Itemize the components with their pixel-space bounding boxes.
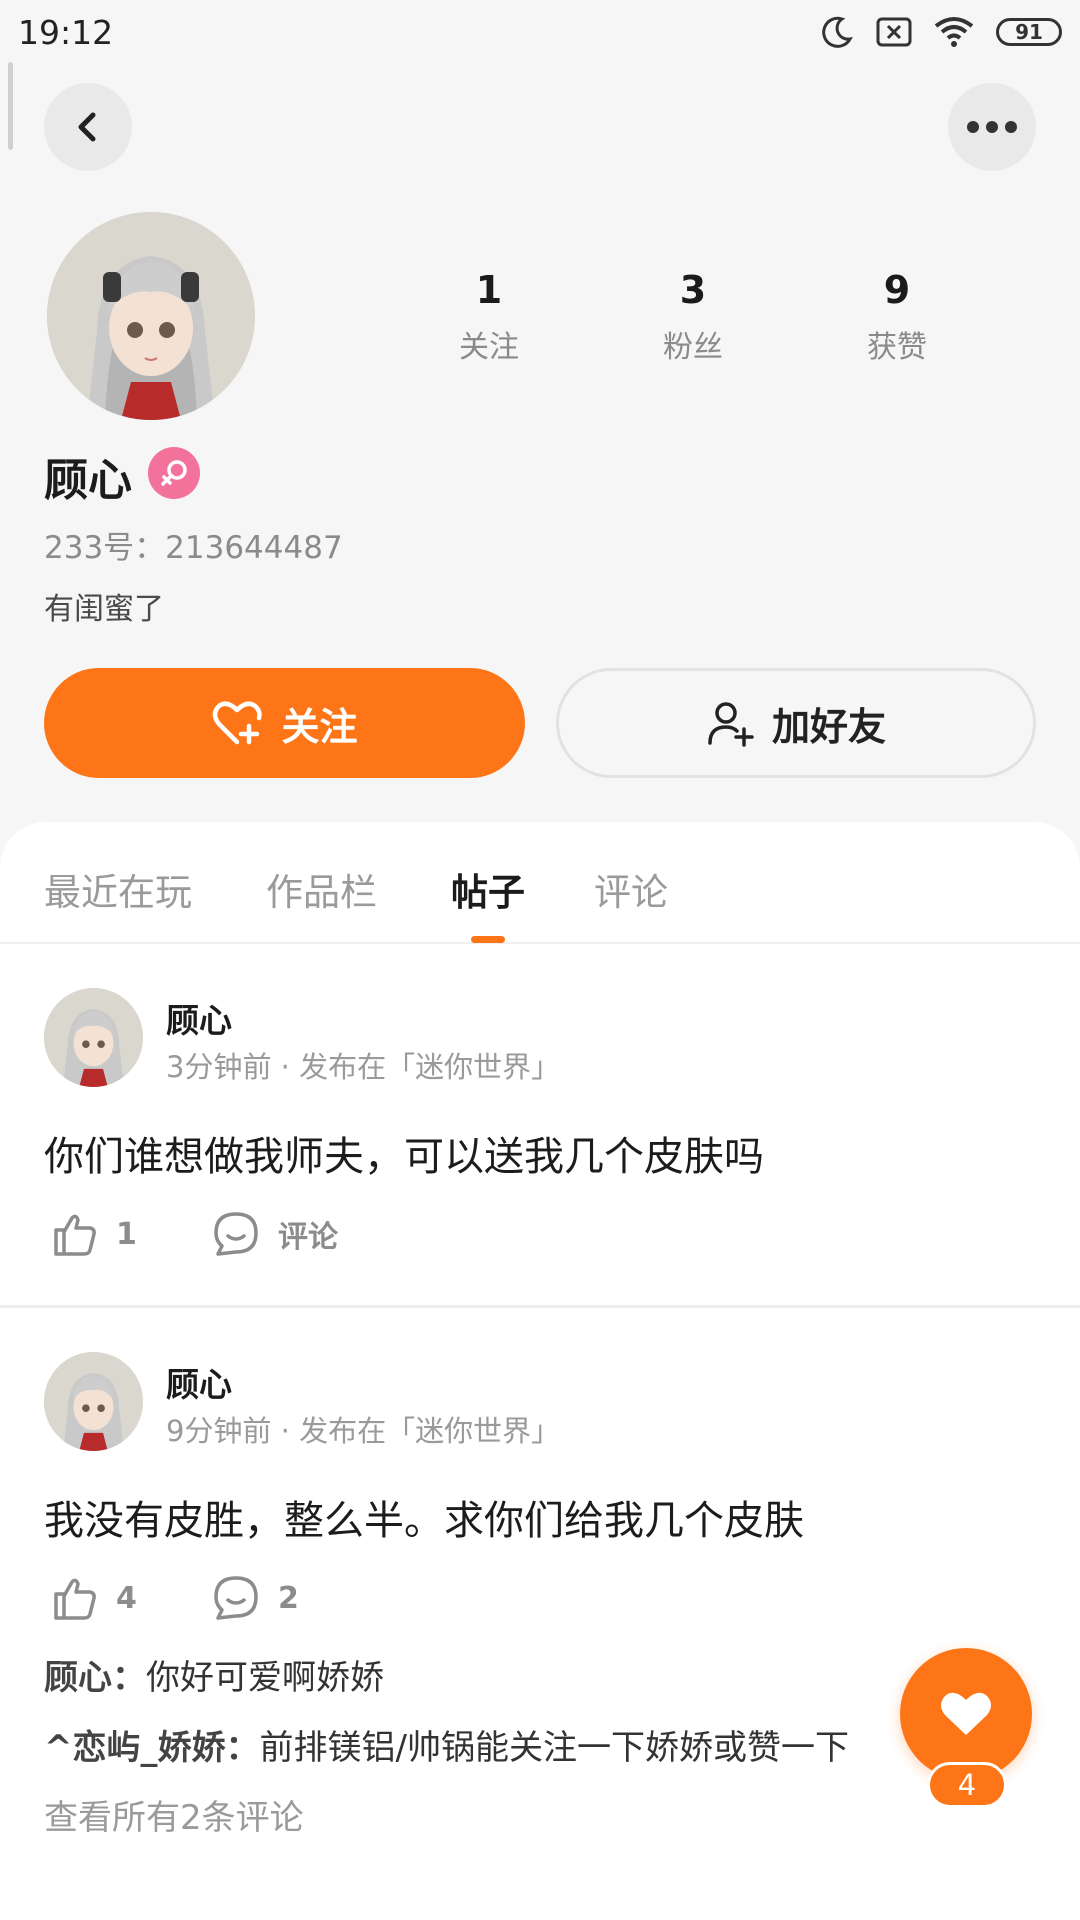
wifi-icon — [934, 17, 974, 47]
add-friend-label: 加好友 — [771, 704, 886, 749]
stat-value: 1 — [475, 268, 503, 312]
anime-girl-avatar-image — [44, 1352, 143, 1451]
status-time: 19:12 — [18, 12, 114, 52]
tab-works[interactable]: 作品栏 — [266, 862, 377, 916]
follow-label: 关注 — [281, 704, 358, 749]
heart-icon — [941, 1692, 991, 1735]
post-text: 我没有皮胜，整么半。求你们给我几个皮肤 — [44, 1498, 804, 1544]
post-divider — [0, 1305, 1080, 1308]
comment-button[interactable]: 2 — [212, 1574, 299, 1622]
stat-label: 关注 — [459, 330, 519, 365]
floating-like-button[interactable] — [900, 1648, 1032, 1780]
more-dots-icon — [967, 121, 1017, 133]
thumbs-up-icon — [54, 1578, 96, 1620]
comment-count: 2 — [278, 1580, 299, 1616]
status-icons: 91 — [820, 15, 1062, 49]
stat-followers[interactable]: 3 粉丝 — [618, 268, 768, 366]
stat-value: 9 — [883, 268, 911, 312]
female-gender-icon — [148, 447, 200, 499]
like-count-badge: 4 — [927, 1762, 1007, 1808]
profile-uid: 233号：213644487 — [44, 530, 343, 566]
profile-bio: 有闺蜜了 — [44, 592, 164, 627]
heart-plus-icon — [213, 701, 263, 745]
comment-bubble-icon — [214, 1212, 258, 1256]
battery-icon: 91 — [996, 18, 1062, 46]
add-friend-button[interactable]: 加好友 — [556, 668, 1036, 778]
tab-posts[interactable]: 帖子 — [451, 862, 525, 916]
like-button[interactable]: 1 — [50, 1210, 137, 1258]
like-button[interactable]: 4 — [50, 1574, 137, 1622]
comment-label: 评论 — [278, 1220, 338, 1255]
post-text: 你们谁想做我师夫，可以送我几个皮肤吗 — [44, 1134, 764, 1180]
anime-girl-avatar-image — [47, 212, 255, 420]
tab-recent-played[interactable]: 最近在玩 — [44, 862, 192, 916]
profile-name: 顾心 — [44, 455, 132, 506]
post-meta: 3分钟前 · 发布在「迷你世界」 — [166, 1050, 561, 1084]
moon-icon — [822, 16, 853, 48]
comment-preview[interactable]: 顾心：你好可爱啊娇娇 — [44, 1650, 384, 1699]
anime-girl-avatar-image — [44, 988, 143, 1087]
back-button[interactable] — [44, 83, 132, 171]
stat-label: 获赞 — [867, 330, 927, 365]
tab-comments[interactable]: 评论 — [594, 862, 668, 916]
profile-avatar[interactable] — [47, 212, 255, 420]
no-sim-icon — [876, 17, 912, 47]
stat-following[interactable]: 1 关注 — [414, 268, 564, 366]
comment-username: ^恋屿_娇娇： — [44, 1728, 260, 1768]
stat-label: 粉丝 — [663, 330, 723, 365]
comment-bubble-icon — [214, 1576, 258, 1620]
scroll-edge-indicator — [8, 62, 13, 150]
post-author-name[interactable]: 顾心 — [166, 994, 232, 1042]
stat-likes[interactable]: 9 获赞 — [822, 268, 972, 366]
like-count: 1 — [116, 1216, 137, 1252]
add-user-icon — [708, 702, 754, 747]
like-count: 4 — [116, 1580, 137, 1616]
profile-tabs: 最近在玩 作品栏 帖子 评论 — [0, 822, 1080, 944]
thumbs-up-icon — [54, 1214, 96, 1256]
comment-preview[interactable]: ^恋屿_娇娇：前排镁铝/帅锅能关注一下娇娇或赞一下 — [44, 1720, 849, 1769]
follow-button[interactable]: 关注 — [44, 668, 525, 778]
comment-text: 前排镁铝/帅锅能关注一下娇娇或赞一下 — [259, 1728, 849, 1768]
comment-username: 顾心： — [44, 1658, 146, 1698]
active-tab-indicator — [471, 936, 505, 943]
post-author-avatar[interactable] — [44, 1352, 143, 1451]
more-options-button[interactable] — [948, 83, 1036, 171]
view-all-comments-link[interactable]: 查看所有2条评论 — [44, 1790, 304, 1839]
post-author-name[interactable]: 顾心 — [166, 1358, 232, 1406]
post-meta: 9分钟前 · 发布在「迷你世界」 — [166, 1414, 561, 1448]
battery-level: 91 — [1015, 20, 1043, 44]
post-author-avatar[interactable] — [44, 988, 143, 1087]
comment-text: 你好可爱啊娇娇 — [146, 1658, 384, 1698]
comment-button[interactable]: 评论 — [212, 1210, 338, 1258]
back-arrow-icon — [78, 112, 96, 142]
stat-value: 3 — [679, 268, 707, 312]
status-bar: 19:12 91 — [0, 0, 1080, 64]
